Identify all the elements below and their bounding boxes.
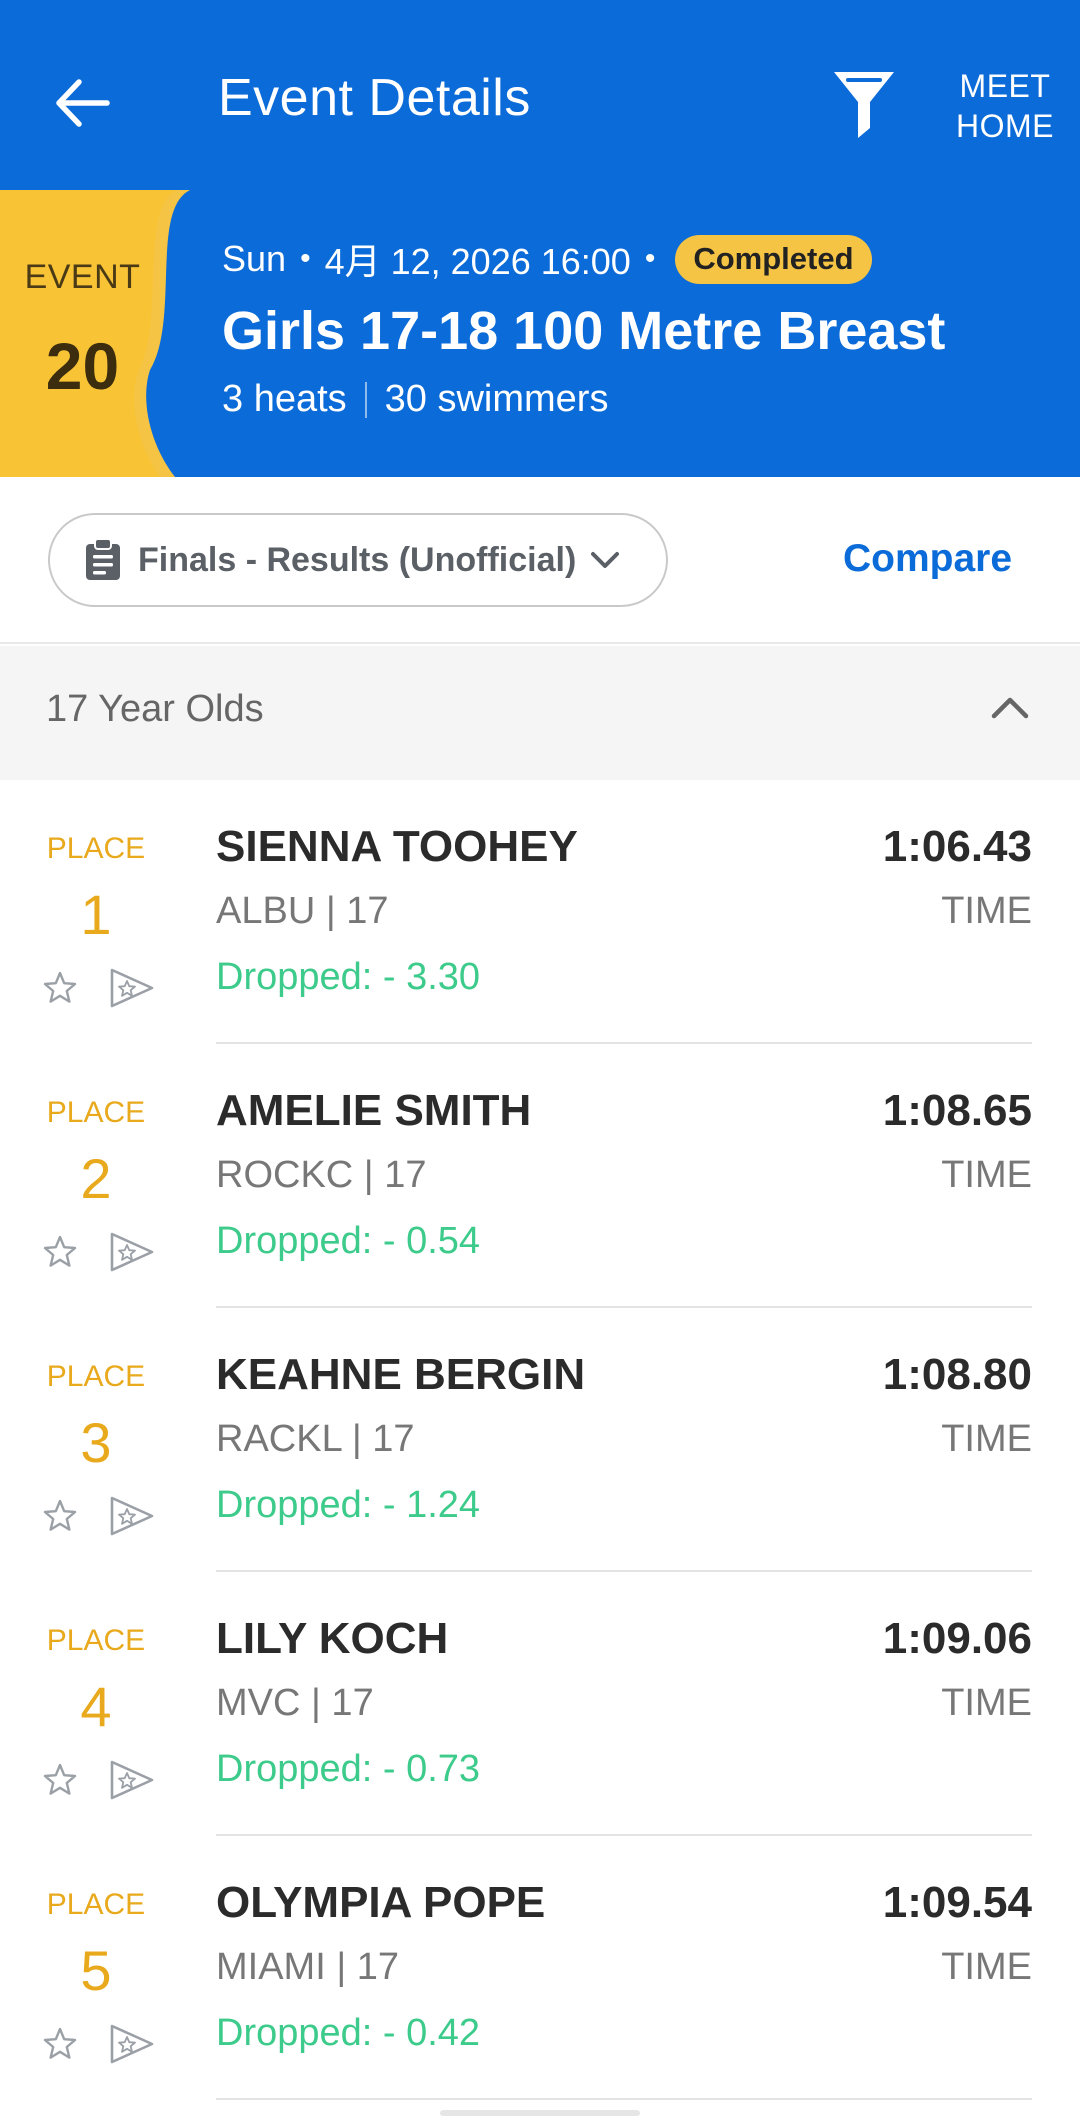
swimmer-team-age: MVC | 17 (216, 1682, 374, 1724)
swimmer-name[interactable]: OLYMPIA POPE (216, 1878, 545, 1928)
time-label: TIME (941, 1946, 1032, 1988)
swim-time: 1:08.80 (882, 1350, 1032, 1399)
separator-dot: • (300, 242, 311, 275)
filter-icon (834, 72, 894, 138)
swim-time: 1:08.65 (882, 1086, 1032, 1135)
results-toolbar: Finals - Results (Unofficial) Compare (0, 477, 1080, 644)
share-flag-icon[interactable] (108, 966, 156, 1010)
swimmer-name[interactable]: KEAHNE BERGIN (216, 1350, 585, 1400)
result-row[interactable]: PLACE 4 LILY KOCH MVC | 17 Dropped: - 0.… (0, 1572, 1080, 1836)
round-select-dropdown[interactable]: Finals - Results (Unofficial) (48, 513, 668, 607)
share-flag-icon[interactable] (108, 1494, 156, 1538)
place-label: PLACE (46, 1624, 146, 1657)
event-summary: 3 heats 30 swimmers (222, 378, 608, 421)
place-label: PLACE (46, 1360, 146, 1393)
time-dropped: Dropped: - 1.24 (216, 1484, 481, 1526)
home-indicator (440, 2110, 640, 2116)
event-badge-label: EVENT (24, 258, 141, 296)
app-bar: Event Details MEET HOME (0, 0, 1080, 190)
time-label: TIME (941, 1154, 1032, 1196)
place-number: 4 (80, 1675, 112, 1738)
compare-button[interactable]: Compare (843, 537, 1012, 581)
time-dropped: Dropped: - 0.54 (216, 1220, 481, 1262)
place-number: 3 (80, 1411, 112, 1474)
back-button[interactable] (48, 58, 118, 148)
event-number-badge: EVENT 20 (0, 190, 190, 477)
status-badge: Completed (675, 234, 872, 284)
star-icon[interactable] (42, 1762, 78, 1798)
swimmer-name[interactable]: LILY KOCH (216, 1614, 448, 1664)
event-date-time: 4月 12, 2026 16:00 (324, 241, 631, 282)
swim-time: 1:06.43 (882, 822, 1032, 871)
swimmer-team-age: MIAMI | 17 (216, 1946, 400, 1988)
results-list: PLACE 1 SIENNA TOOHEY ALBU | 17 Dropped:… (0, 780, 1080, 2100)
event-banner: EVENT 20 Sun • 4月 12, 2026 16:00 • Compl… (0, 190, 1080, 477)
age-group-header[interactable]: 17 Year Olds (0, 646, 1080, 780)
filter-button[interactable] (828, 66, 900, 142)
result-row[interactable]: PLACE 2 AMELIE SMITH ROCKC | 17 Dropped:… (0, 1044, 1080, 1308)
swimmer-name[interactable]: AMELIE SMITH (216, 1086, 531, 1136)
event-title: Girls 17-18 100 Metre Breast (222, 301, 946, 361)
heats-count: 3 heats (222, 378, 347, 420)
time-label: TIME (941, 1682, 1032, 1724)
swim-time: 1:09.06 (882, 1614, 1032, 1663)
meet-home-button[interactable]: MEET HOME (940, 66, 1070, 146)
clipboard-icon (86, 538, 120, 580)
star-icon[interactable] (42, 2026, 78, 2062)
time-label: TIME (941, 1418, 1032, 1460)
place-label: PLACE (46, 1888, 146, 1921)
place-label: PLACE (46, 832, 146, 865)
result-row[interactable]: PLACE 5 OLYMPIA POPE MIAMI | 17 Dropped:… (0, 1836, 1080, 2100)
event-day: Sun (222, 238, 287, 279)
event-number: 20 (45, 329, 120, 403)
result-row[interactable]: PLACE 3 KEAHNE BERGIN RACKL | 17 Dropped… (0, 1308, 1080, 1572)
divider (364, 381, 367, 418)
time-dropped: Dropped: - 3.30 (216, 956, 481, 998)
share-flag-icon[interactable] (108, 1758, 156, 1802)
share-flag-icon[interactable] (108, 2022, 156, 2066)
result-row[interactable]: PLACE 1 SIENNA TOOHEY ALBU | 17 Dropped:… (0, 780, 1080, 1044)
round-select-label: Finals - Results (Unofficial) (138, 540, 577, 579)
star-icon[interactable] (42, 970, 78, 1006)
swimmer-team-age: ROCKC | 17 (216, 1154, 427, 1196)
chevron-up-icon (991, 697, 1029, 719)
chevron-down-icon (591, 552, 620, 568)
age-group-label: 17 Year Olds (46, 688, 264, 730)
swimmers-count: 30 swimmers (384, 378, 609, 420)
page-title: Event Details (218, 69, 531, 127)
place-number: 1 (80, 883, 112, 946)
share-flag-icon[interactable] (108, 1230, 156, 1274)
arrow-left-icon (56, 79, 110, 127)
swim-time: 1:09.54 (882, 1878, 1032, 1927)
time-dropped: Dropped: - 0.73 (216, 1748, 481, 1790)
swimmer-name[interactable]: SIENNA TOOHEY (216, 822, 578, 872)
time-label: TIME (941, 890, 1032, 932)
event-meta: Sun • 4月 12, 2026 16:00 • Completed (222, 234, 872, 284)
star-icon[interactable] (42, 1498, 78, 1534)
time-dropped: Dropped: - 0.42 (216, 2012, 481, 2054)
place-number: 5 (80, 1939, 112, 2002)
swimmer-team-age: ALBU | 17 (216, 890, 389, 932)
star-icon[interactable] (42, 1234, 78, 1270)
place-number: 2 (80, 1147, 112, 1210)
separator-dot: • (644, 242, 656, 275)
place-label: PLACE (46, 1096, 146, 1129)
swimmer-team-age: RACKL | 17 (216, 1418, 415, 1460)
